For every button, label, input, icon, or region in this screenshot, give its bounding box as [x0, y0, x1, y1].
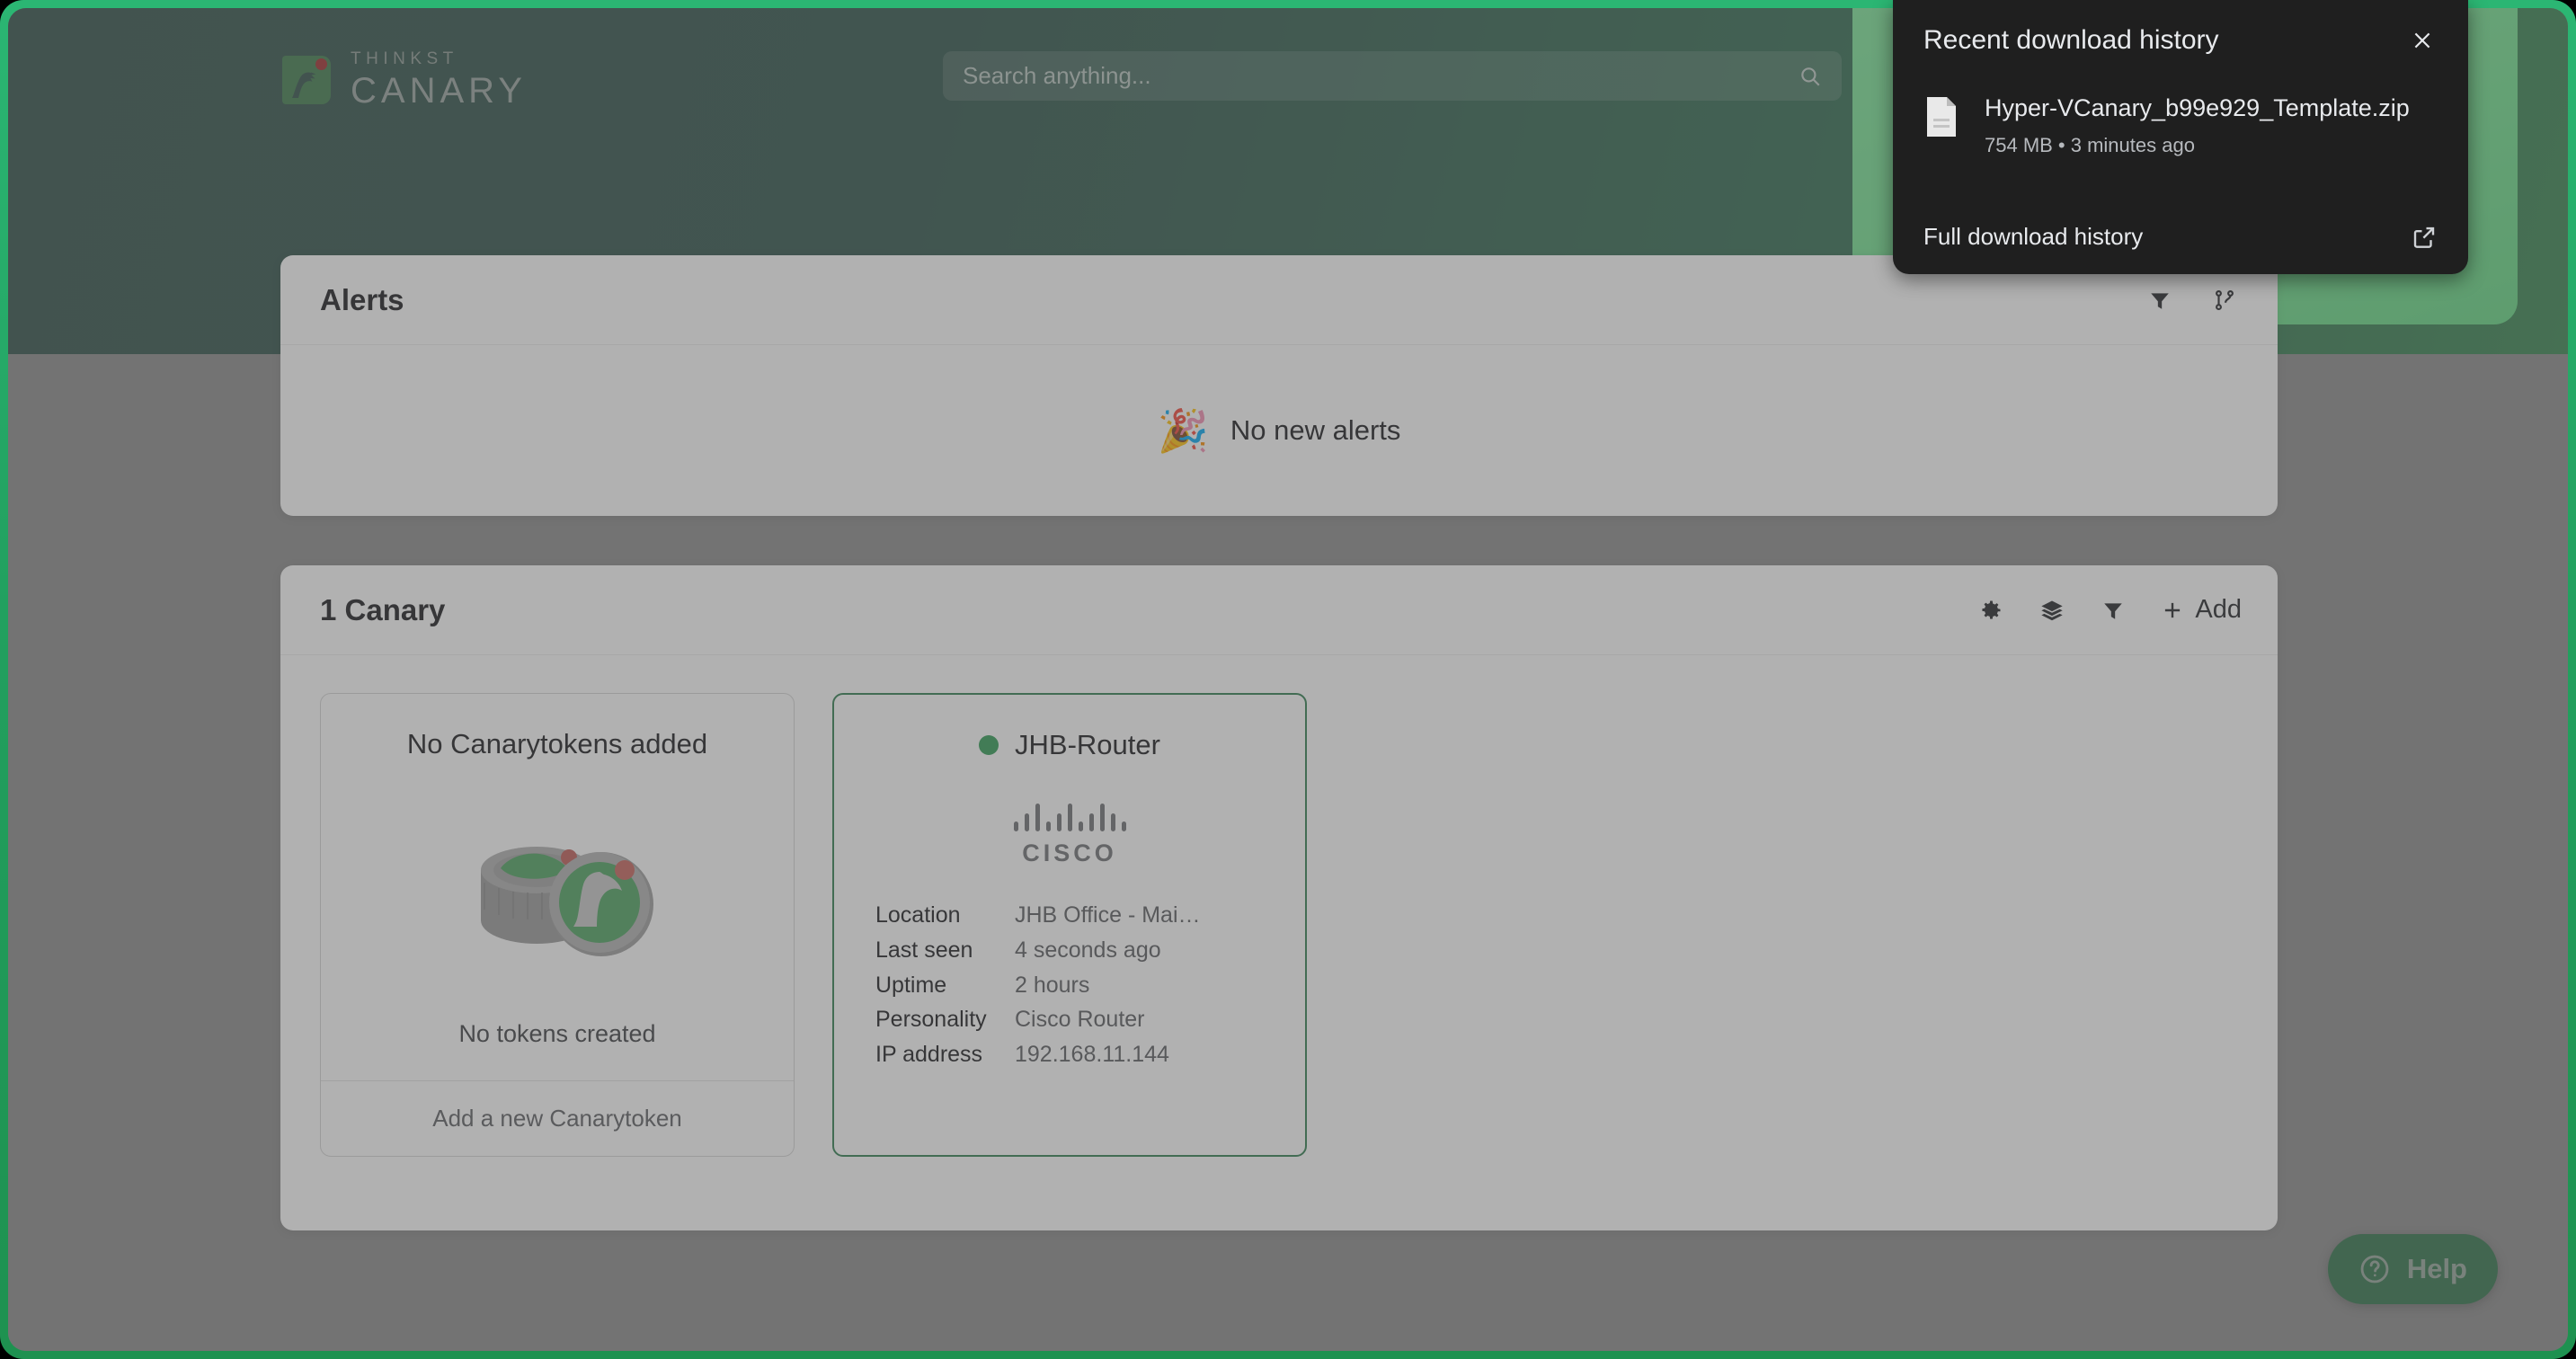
filter-icon[interactable]	[2100, 597, 2127, 624]
brand-thinkst: THINKST	[351, 49, 458, 68]
full-download-history-label: Full download history	[1923, 223, 2144, 250]
detail-value: Cisco Router	[1015, 1007, 1145, 1033]
download-history-popup: Recent download history Hyper-VCanary_b9…	[1893, 0, 2468, 274]
canarytoken-coins-illustration-icon	[321, 760, 794, 1020]
detail-value: 4 seconds ago	[1015, 937, 1161, 963]
canarytokens-subtitle: No tokens created	[458, 1020, 656, 1047]
device-name: JHB-Router	[1015, 729, 1160, 760]
alert-dot-icon	[315, 58, 327, 70]
alerts-panel: Alerts 🎉 No new alerts	[280, 255, 2278, 516]
cisco-wordmark: CISCO	[1022, 839, 1117, 866]
party-popper-icon: 🎉	[1157, 406, 1209, 454]
plus-icon	[2165, 602, 2181, 617]
download-popup-header: Recent download history	[1923, 25, 2438, 56]
detail-row: Last seen 4 seconds ago	[875, 933, 1266, 968]
detail-label: Personality	[875, 1007, 987, 1033]
detail-label: Last seen	[875, 937, 973, 963]
cisco-logo-icon: CISCO	[1013, 801, 1126, 867]
layers-icon[interactable]	[2039, 597, 2065, 624]
external-link-icon	[2413, 226, 2435, 248]
add-canarytoken-button[interactable]: Add a new Canarytoken	[321, 1080, 794, 1156]
canaries-title: 1 Canary	[320, 592, 446, 626]
question-circle-icon	[2360, 1255, 2389, 1284]
search-icon	[1801, 67, 1820, 86]
settings-icon[interactable]	[1977, 597, 2004, 624]
filter-icon[interactable]	[2146, 287, 2173, 314]
download-meta: 754 MB • 3 minutes ago	[1985, 134, 2195, 157]
alerts-empty-message: No new alerts	[1230, 413, 1401, 446]
brand-logo[interactable]: THINKST CANARY	[282, 50, 527, 109]
help-label: Help	[2406, 1253, 2467, 1284]
close-icon[interactable]	[2407, 25, 2438, 56]
git-branch-icon[interactable]	[2211, 287, 2238, 314]
help-button[interactable]: Help	[2327, 1234, 2498, 1304]
canaries-panel-header: 1 Canary Add	[280, 565, 2278, 655]
canaries-actions: Add	[1977, 595, 2242, 625]
add-canary-label: Add	[2195, 595, 2242, 624]
detail-row: Personality Cisco Router	[875, 1002, 1266, 1037]
download-item[interactable]: Hyper-VCanary_b99e929_Template.zip 754 M…	[1923, 92, 2438, 157]
detail-row: IP address 192.168.11.144	[875, 1037, 1266, 1072]
detail-label: Uptime	[875, 972, 947, 998]
device-details: Location JHB Office - Mai… Last seen 4 s…	[834, 898, 1305, 1072]
detail-row: Uptime 2 hours	[875, 968, 1266, 1003]
detail-row: Location JHB Office - Mai…	[875, 898, 1266, 933]
add-canary-button[interactable]: Add	[2161, 595, 2242, 625]
canary-device-tile[interactable]: JHB-Router CISCO Location JHB Office - M…	[832, 693, 1307, 1157]
alerts-title: Alerts	[320, 282, 404, 316]
detail-value: 2 hours	[1015, 972, 1090, 998]
full-download-history-link[interactable]: Full download history	[1923, 223, 2438, 251]
search-input[interactable]	[963, 62, 1799, 90]
canary-bird-logo-icon	[282, 55, 331, 104]
download-popup-title: Recent download history	[1923, 25, 2219, 55]
search-bar[interactable]	[943, 51, 1842, 101]
status-indicator-dot	[979, 735, 999, 755]
alerts-empty-state: 🎉 No new alerts	[280, 345, 2278, 515]
detail-label: Location	[875, 902, 961, 928]
file-icon	[1927, 97, 1956, 137]
alerts-actions	[2146, 287, 2238, 314]
canaries-panel: 1 Canary Add No Canarytokens added No to…	[280, 565, 2278, 1230]
detail-value: JHB Office - Mai…	[1015, 902, 1201, 928]
brand-canary: CANARY	[351, 71, 527, 111]
device-header: JHB-Router	[979, 695, 1160, 761]
browser-frame: THINKST CANARY Alerts	[0, 0, 2576, 1359]
detail-label: IP address	[875, 1042, 983, 1067]
download-filename: Hyper-VCanary_b99e929_Template.zip	[1985, 94, 2410, 121]
detail-value: 192.168.11.144	[1015, 1042, 1169, 1067]
canarytokens-tile: No Canarytokens added No tokens created …	[320, 693, 795, 1157]
canarytokens-title: No Canarytokens added	[406, 728, 708, 759]
canaries-grid: No Canarytokens added No tokens created …	[280, 655, 2278, 1195]
